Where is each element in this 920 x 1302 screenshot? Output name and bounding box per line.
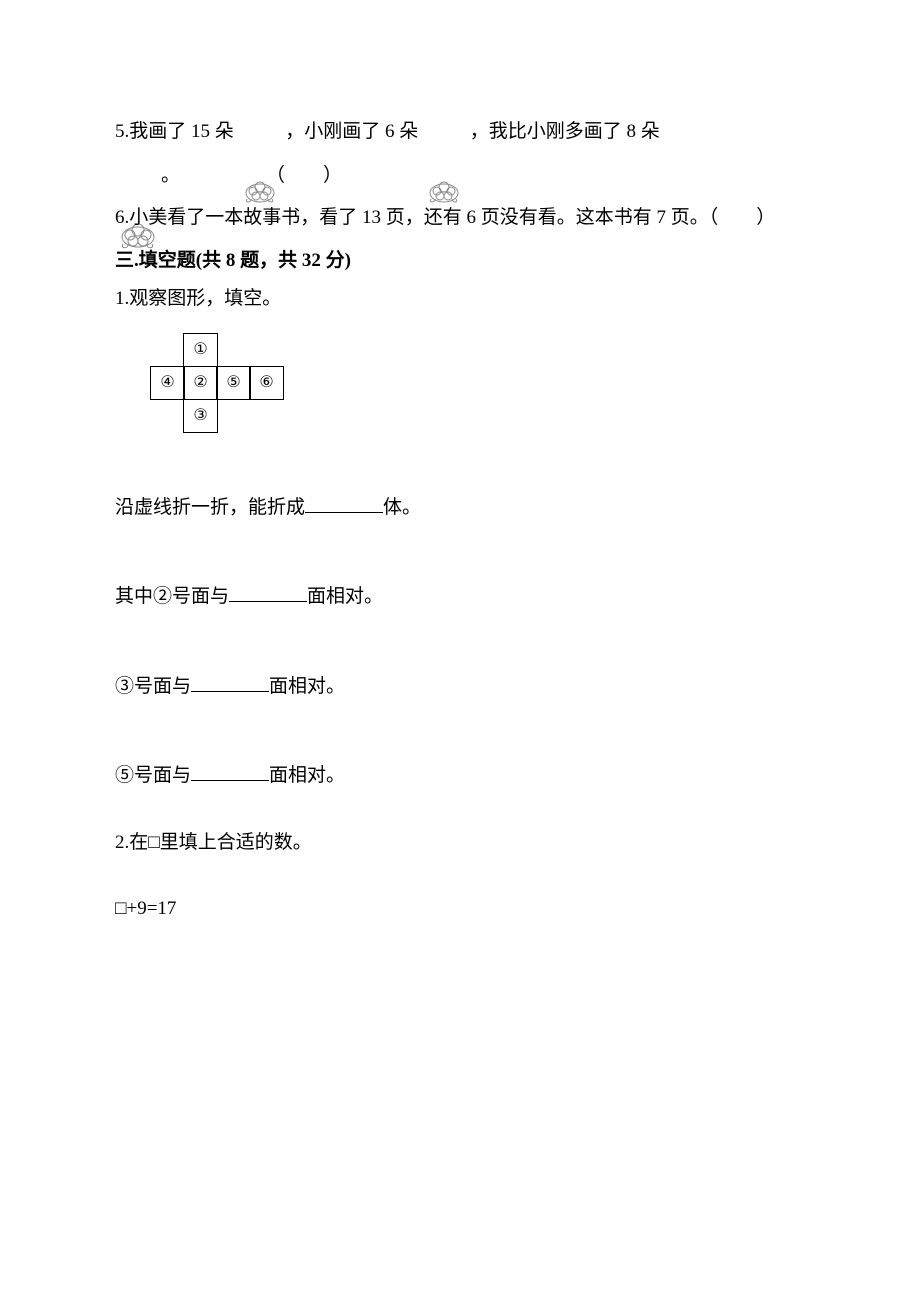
cube-net-figure: ① ④ ② ⑤ ⑥ ③ <box>151 334 805 433</box>
net-cell-2: ② <box>183 366 218 401</box>
net-label-3: ③ <box>193 404 207 428</box>
s3-q1-d: ⑤号面与 面相对。 <box>115 761 805 791</box>
net-cell-4: ④ <box>150 366 185 401</box>
spacer <box>115 532 805 582</box>
s3-q1-a-pre: 沿虚线折一折，能折成 <box>115 497 305 518</box>
net-label-1: ① <box>193 338 207 362</box>
fill-blank[interactable] <box>191 672 269 692</box>
q5-text-1: 5.我画了 15 朵 <box>115 118 239 147</box>
question-6: 6.小美看了一本故事书，看了 13 页，还有 6 页没有看。这本书有 7 页。（… <box>115 204 805 233</box>
net-label-2: ② <box>193 371 207 395</box>
net-cell-6: ⑥ <box>249 366 284 401</box>
q5-text-2: ，小刚画了 6 朵 <box>281 118 424 147</box>
net-cell-3: ③ <box>183 399 218 434</box>
net-cell-5: ⑤ <box>216 366 251 401</box>
question-5-line-1: 5.我画了 15 朵 ，小刚画了 6 朵 <box>115 116 805 148</box>
flower-icon <box>115 158 161 194</box>
net-label-6: ⑥ <box>259 371 273 395</box>
s3-q1-b-post: 面相对。 <box>307 586 383 607</box>
fill-blank[interactable] <box>305 493 383 513</box>
spacer <box>115 801 805 829</box>
net-cell-1: ① <box>183 333 218 368</box>
s3-q2-lead: 2.在□里填上合适的数。 <box>115 829 805 858</box>
spacer <box>115 443 805 493</box>
s3-q1-c: ③号面与 面相对。 <box>115 672 805 702</box>
fill-blank[interactable] <box>229 582 307 602</box>
cube-net-grid: ① ④ ② ⑤ ⑥ ③ <box>151 334 805 433</box>
spacer <box>115 867 805 895</box>
s3-q2-expr1: □+9=17 <box>115 895 805 924</box>
q5-answer-paren: （ ） <box>266 162 342 191</box>
s3-q1-d-pre: ⑤号面与 <box>115 765 191 786</box>
flower-icon <box>239 116 281 148</box>
s3-q1-b: 其中②号面与 面相对。 <box>115 582 805 612</box>
s3-q1-b-pre: 其中②号面与 <box>115 586 229 607</box>
s3-q1-a: 沿虚线折一折，能折成 体。 <box>115 493 805 523</box>
document-page: 5.我画了 15 朵 ，小刚画了 6 朵 <box>0 0 920 1302</box>
fill-blank[interactable] <box>191 761 269 781</box>
section-3-heading: 三.填空题(共 8 题，共 32 分) <box>115 247 805 276</box>
s3-q1-d-post: 面相对。 <box>269 765 345 786</box>
s3-q1-c-post: 面相对。 <box>269 676 345 697</box>
q5-text-3: ，我比小刚多画了 8 朵 <box>465 118 660 147</box>
spacer <box>115 711 805 761</box>
net-label-4: ④ <box>160 371 174 395</box>
s3-q1-a-post: 体。 <box>383 497 421 518</box>
q6-text: 6.小美看了一本故事书，看了 13 页，还有 6 页没有看。这本书有 7 页。（… <box>115 204 775 233</box>
spacer <box>115 622 805 672</box>
s3-q1-lead: 1.观察图形，填空。 <box>115 285 805 314</box>
s3-q1-c-pre: ③号面与 <box>115 676 191 697</box>
q5-text-4: 。 <box>161 162 180 191</box>
net-label-5: ⑤ <box>226 371 240 395</box>
flower-icon <box>423 116 465 148</box>
